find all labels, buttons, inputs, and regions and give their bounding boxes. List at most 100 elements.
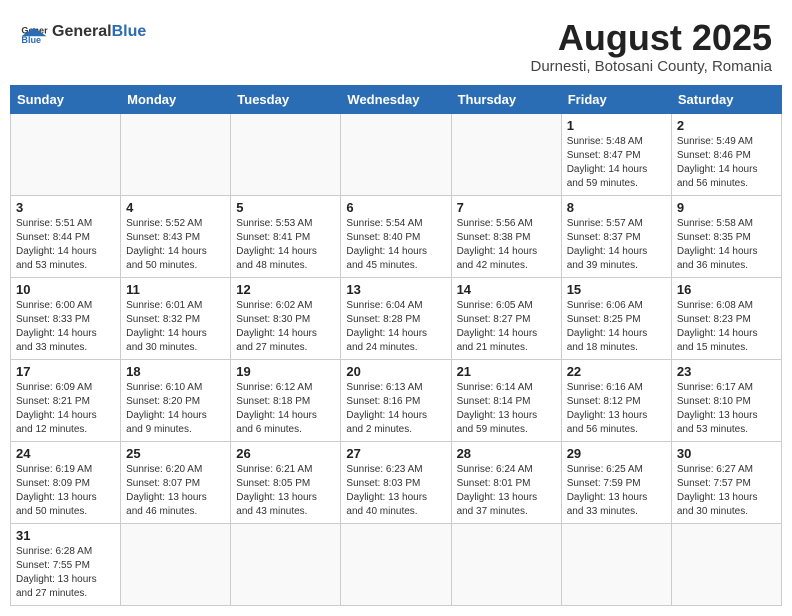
day-info: Sunrise: 6:27 AM Sunset: 7:57 PM Dayligh… — [677, 463, 776, 519]
day-number: 24 — [16, 446, 115, 461]
day-info: Sunrise: 6:01 AM Sunset: 8:32 PM Dayligh… — [126, 299, 225, 355]
day-info: Sunrise: 5:51 AM Sunset: 8:44 PM Dayligh… — [16, 217, 115, 273]
table-row: 31 Sunrise: 6:28 AM Sunset: 7:55 PM Dayli… — [11, 523, 121, 605]
weekday-header-sunday: Sunday — [11, 85, 121, 113]
day-info: Sunrise: 6:21 AM Sunset: 8:05 PM Dayligh… — [236, 463, 335, 519]
day-number: 18 — [126, 364, 225, 379]
day-number: 1 — [567, 118, 666, 133]
day-info: Sunrise: 6:20 AM Sunset: 8:07 PM Dayligh… — [126, 463, 225, 519]
weekday-header-wednesday: Wednesday — [341, 85, 451, 113]
table-row: 3 Sunrise: 5:51 AM Sunset: 8:44 PM Daylig… — [11, 195, 121, 277]
logo-general-text: GeneralBlue — [52, 23, 146, 41]
day-number: 16 — [677, 282, 776, 297]
day-info: Sunrise: 5:49 AM Sunset: 8:46 PM Dayligh… — [677, 135, 776, 191]
day-info: Sunrise: 6:24 AM Sunset: 8:01 PM Dayligh… — [457, 463, 556, 519]
day-number: 22 — [567, 364, 666, 379]
day-number: 13 — [346, 282, 445, 297]
logo-icon: General Blue — [20, 18, 48, 46]
table-row: 23 Sunrise: 6:17 AM Sunset: 8:10 PM Dayli… — [671, 359, 781, 441]
calendar-week-row: 31 Sunrise: 6:28 AM Sunset: 7:55 PM Dayli… — [11, 523, 782, 605]
day-number: 15 — [567, 282, 666, 297]
calendar-week-row: 10 Sunrise: 6:00 AM Sunset: 8:33 PM Dayli… — [11, 277, 782, 359]
calendar-week-row: 24 Sunrise: 6:19 AM Sunset: 8:09 PM Dayli… — [11, 441, 782, 523]
day-info: Sunrise: 5:52 AM Sunset: 8:43 PM Dayligh… — [126, 217, 225, 273]
day-info: Sunrise: 6:14 AM Sunset: 8:14 PM Dayligh… — [457, 381, 556, 437]
table-row: 14 Sunrise: 6:05 AM Sunset: 8:27 PM Dayli… — [451, 277, 561, 359]
day-info: Sunrise: 6:17 AM Sunset: 8:10 PM Dayligh… — [677, 381, 776, 437]
table-row: 13 Sunrise: 6:04 AM Sunset: 8:28 PM Dayli… — [341, 277, 451, 359]
day-number: 12 — [236, 282, 335, 297]
day-number: 23 — [677, 364, 776, 379]
day-number: 31 — [16, 528, 115, 543]
day-info: Sunrise: 5:53 AM Sunset: 8:41 PM Dayligh… — [236, 217, 335, 273]
day-info: Sunrise: 6:06 AM Sunset: 8:25 PM Dayligh… — [567, 299, 666, 355]
weekday-header-thursday: Thursday — [451, 85, 561, 113]
day-number: 10 — [16, 282, 115, 297]
day-info: Sunrise: 6:05 AM Sunset: 8:27 PM Dayligh… — [457, 299, 556, 355]
weekday-header-row: SundayMondayTuesdayWednesdayThursdayFrid… — [11, 85, 782, 113]
day-number: 21 — [457, 364, 556, 379]
table-row — [121, 113, 231, 195]
table-row: 17 Sunrise: 6:09 AM Sunset: 8:21 PM Dayli… — [11, 359, 121, 441]
table-row: 11 Sunrise: 6:01 AM Sunset: 8:32 PM Dayli… — [121, 277, 231, 359]
day-info: Sunrise: 6:08 AM Sunset: 8:23 PM Dayligh… — [677, 299, 776, 355]
day-info: Sunrise: 5:54 AM Sunset: 8:40 PM Dayligh… — [346, 217, 445, 273]
day-info: Sunrise: 6:00 AM Sunset: 8:33 PM Dayligh… — [16, 299, 115, 355]
table-row: 18 Sunrise: 6:10 AM Sunset: 8:20 PM Dayli… — [121, 359, 231, 441]
day-number: 30 — [677, 446, 776, 461]
table-row: 29Sunrise: 6:25 AM Sunset: 7:59 PM Dayli… — [561, 441, 671, 523]
table-row: 28 Sunrise: 6:24 AM Sunset: 8:01 PM Dayli… — [451, 441, 561, 523]
table-row — [451, 523, 561, 605]
day-number: 7 — [457, 200, 556, 215]
table-row: 10 Sunrise: 6:00 AM Sunset: 8:33 PM Dayli… — [11, 277, 121, 359]
table-row: 24 Sunrise: 6:19 AM Sunset: 8:09 PM Dayli… — [11, 441, 121, 523]
day-info: Sunrise: 5:57 AM Sunset: 8:37 PM Dayligh… — [567, 217, 666, 273]
table-row: 25 Sunrise: 6:20 AM Sunset: 8:07 PM Dayli… — [121, 441, 231, 523]
day-info: Sunrise: 6:23 AM Sunset: 8:03 PM Dayligh… — [346, 463, 445, 519]
weekday-header-saturday: Saturday — [671, 85, 781, 113]
day-info: Sunrise: 6:04 AM Sunset: 8:28 PM Dayligh… — [346, 299, 445, 355]
day-number: 8 — [567, 200, 666, 215]
weekday-header-friday: Friday — [561, 85, 671, 113]
table-row — [231, 523, 341, 605]
day-number: 25 — [126, 446, 225, 461]
day-number: 27 — [346, 446, 445, 461]
table-row: 2 Sunrise: 5:49 AM Sunset: 8:46 PM Daylig… — [671, 113, 781, 195]
day-number: 5 — [236, 200, 335, 215]
header: General Blue GeneralBlue August 2025 Dur… — [10, 10, 782, 79]
weekday-header-tuesday: Tuesday — [231, 85, 341, 113]
day-number: 28 — [457, 446, 556, 461]
table-row: 19Sunrise: 6:12 AM Sunset: 8:18 PM Dayli… — [231, 359, 341, 441]
day-info: Sunrise: 6:09 AM Sunset: 8:21 PM Dayligh… — [16, 381, 115, 437]
day-number: 19 — [236, 364, 335, 379]
title-area: August 2025 Durnesti, Botosani County, R… — [530, 18, 772, 75]
day-info: Sunrise: 6:19 AM Sunset: 8:09 PM Dayligh… — [16, 463, 115, 519]
day-number: 11 — [126, 282, 225, 297]
table-row — [561, 523, 671, 605]
day-number: 14 — [457, 282, 556, 297]
table-row: 30 Sunrise: 6:27 AM Sunset: 7:57 PM Dayli… — [671, 441, 781, 523]
day-info: Sunrise: 5:56 AM Sunset: 8:38 PM Dayligh… — [457, 217, 556, 273]
day-number: 4 — [126, 200, 225, 215]
day-info: Sunrise: 6:28 AM Sunset: 7:55 PM Dayligh… — [16, 545, 115, 601]
table-row: 7 Sunrise: 5:56 AM Sunset: 8:38 PM Daylig… — [451, 195, 561, 277]
day-number: 6 — [346, 200, 445, 215]
svg-text:Blue: Blue — [21, 35, 41, 45]
calendar-week-row: 3 Sunrise: 5:51 AM Sunset: 8:44 PM Daylig… — [11, 195, 782, 277]
day-number: 17 — [16, 364, 115, 379]
day-info: Sunrise: 6:10 AM Sunset: 8:20 PM Dayligh… — [126, 381, 225, 437]
table-row: 20Sunrise: 6:13 AM Sunset: 8:16 PM Dayli… — [341, 359, 451, 441]
day-info: Sunrise: 6:16 AM Sunset: 8:12 PM Dayligh… — [567, 381, 666, 437]
table-row: 4 Sunrise: 5:52 AM Sunset: 8:43 PM Daylig… — [121, 195, 231, 277]
calendar-week-row: 17 Sunrise: 6:09 AM Sunset: 8:21 PM Dayli… — [11, 359, 782, 441]
day-info: Sunrise: 6:13 AM Sunset: 8:16 PM Dayligh… — [346, 381, 445, 437]
month-title: August 2025 — [530, 18, 772, 58]
day-info: Sunrise: 5:58 AM Sunset: 8:35 PM Dayligh… — [677, 217, 776, 273]
table-row — [341, 523, 451, 605]
day-number: 3 — [16, 200, 115, 215]
table-row — [121, 523, 231, 605]
day-number: 29 — [567, 446, 666, 461]
day-number: 2 — [677, 118, 776, 133]
table-row: 9Sunrise: 5:58 AM Sunset: 8:35 PM Daylig… — [671, 195, 781, 277]
table-row: 27 Sunrise: 6:23 AM Sunset: 8:03 PM Dayli… — [341, 441, 451, 523]
